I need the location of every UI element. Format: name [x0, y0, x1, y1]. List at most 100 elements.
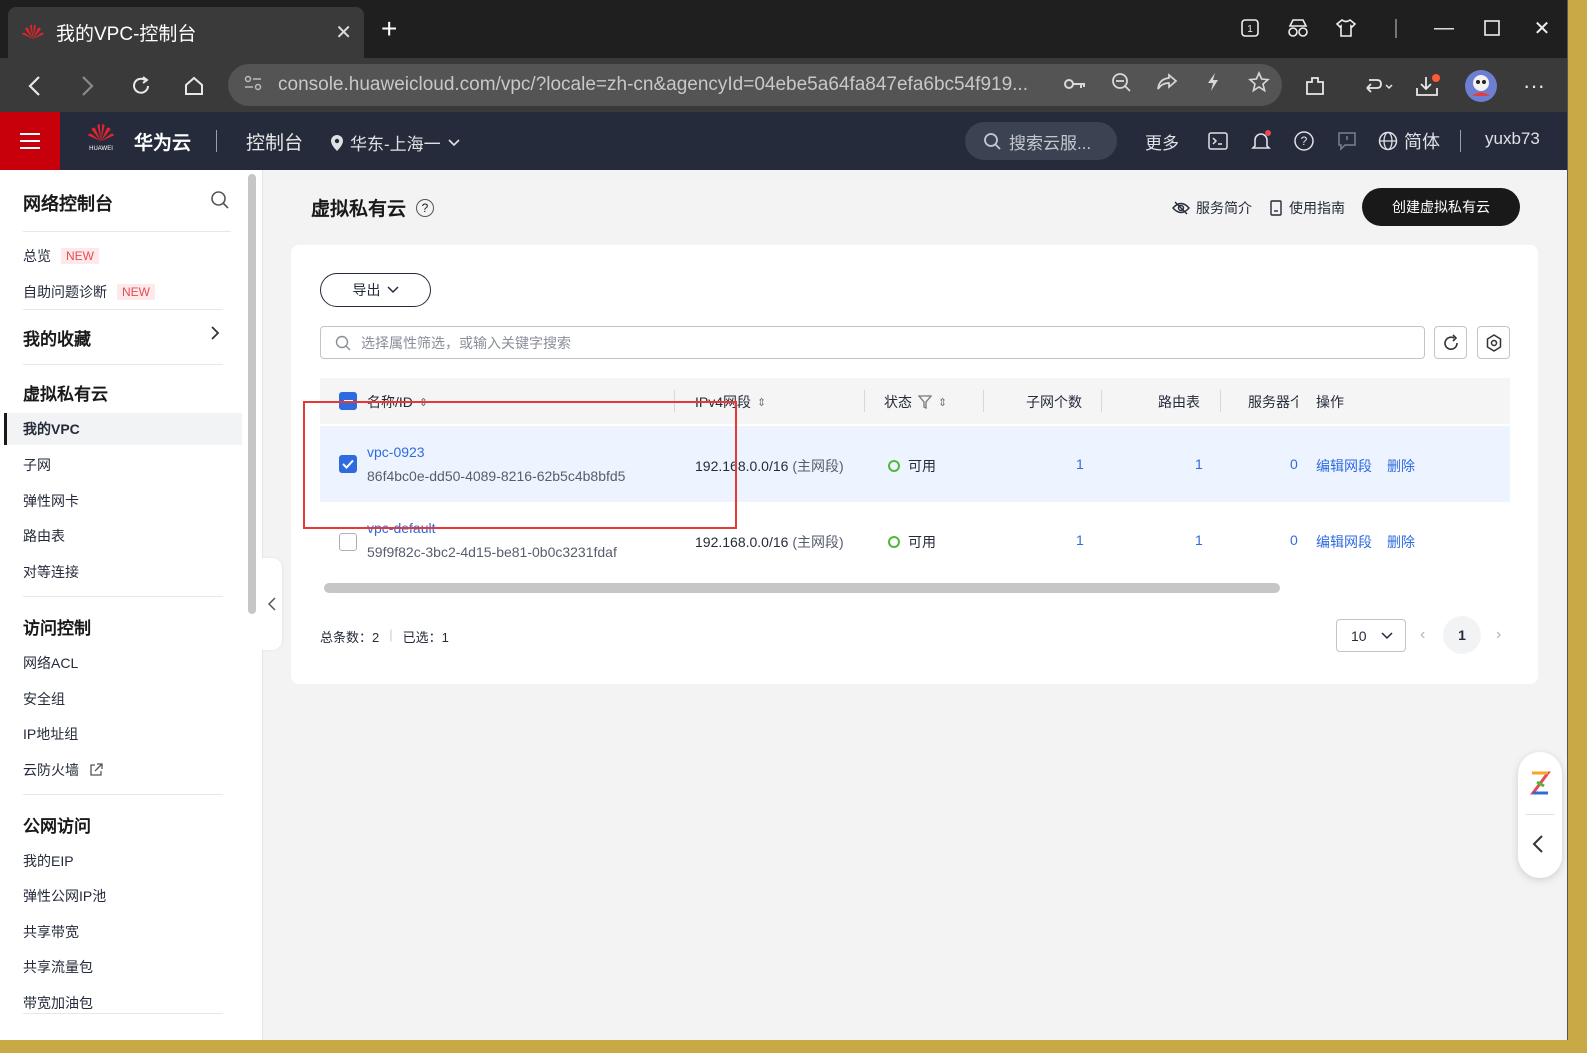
more-menu-icon[interactable]: ···: [1516, 68, 1552, 104]
tab-count-icon[interactable]: 1: [1230, 12, 1270, 44]
sidebar-divider: [23, 364, 223, 365]
undo-dropdown-icon[interactable]: [1356, 68, 1400, 104]
prev-page-icon[interactable]: ‹: [1420, 626, 1425, 644]
row-checkbox[interactable]: [339, 533, 357, 551]
delete-link[interactable]: 删除: [1387, 532, 1415, 552]
lightning-icon[interactable]: [1190, 72, 1236, 98]
url-text[interactable]: console.huaweicloud.com/vpc/?locale=zh-c…: [278, 74, 1052, 96]
table-row[interactable]: vpc-default 59f9f82c-3bc2-4d15-be81-0b0c…: [320, 502, 1510, 576]
sidebar-search-icon[interactable]: [210, 190, 230, 213]
edit-cidr-link[interactable]: 编辑网段: [1316, 456, 1372, 476]
bookmark-star-icon[interactable]: [1236, 70, 1282, 99]
export-button[interactable]: 导出: [320, 273, 431, 307]
sidebar-item-eip-pool[interactable]: 弹性公网IP池: [23, 886, 106, 906]
delete-link[interactable]: 删除: [1387, 456, 1415, 476]
sidebar-item-route-table[interactable]: 路由表: [23, 526, 65, 546]
filter-icon[interactable]: [918, 395, 932, 409]
terminal-icon[interactable]: [1205, 128, 1231, 154]
row-checkbox[interactable]: [339, 455, 357, 473]
sidebar-item-diagnose[interactable]: 自助问题诊断 NEW: [23, 282, 155, 302]
sidebar-item-cloud-firewall[interactable]: 云防火墙: [23, 760, 103, 780]
zoom-out-icon[interactable]: [1098, 72, 1144, 98]
home-icon[interactable]: [176, 68, 212, 104]
column-header-name[interactable]: 名称/ID ⇕: [367, 392, 428, 412]
floating-assistant-widget[interactable]: [1518, 752, 1562, 878]
route-table-count-link[interactable]: 1: [1195, 456, 1203, 472]
reload-icon[interactable]: [123, 68, 159, 104]
sidebar-item-network-acl[interactable]: 网络ACL: [23, 653, 78, 673]
address-bar[interactable]: console.huaweicloud.com/vpc/?locale=zh-c…: [228, 64, 1282, 106]
vpc-name-link[interactable]: vpc-default: [367, 520, 435, 536]
create-vpc-button[interactable]: 创建虚拟私有云: [1362, 188, 1520, 226]
feedback-icon[interactable]: [1334, 128, 1360, 154]
back-icon[interactable]: [16, 68, 52, 104]
table-horizontal-scrollbar[interactable]: [324, 583, 1280, 593]
service-intro-link[interactable]: 服务简介: [1172, 198, 1252, 218]
forward-icon[interactable]: [70, 68, 106, 104]
sidebar-collapse-button[interactable]: [262, 558, 282, 650]
console-link[interactable]: 控制台: [246, 128, 303, 155]
sidebar-item-eni[interactable]: 弹性网卡: [23, 491, 79, 511]
refresh-icon[interactable]: [1434, 326, 1467, 359]
avatar[interactable]: [1463, 68, 1499, 104]
chevron-left-icon[interactable]: [1532, 834, 1544, 860]
sort-icon[interactable]: ⇕: [757, 396, 766, 409]
help-icon[interactable]: ?: [1291, 128, 1317, 154]
shirt-icon[interactable]: [1326, 12, 1366, 44]
minimize-icon[interactable]: —: [1424, 12, 1464, 44]
sidebar-item-security-group[interactable]: 安全组: [23, 689, 65, 709]
huawei-logo[interactable]: HUAWEI: [84, 122, 118, 162]
key-icon[interactable]: [1052, 74, 1098, 97]
sidebar-favorites[interactable]: 我的收藏: [23, 325, 220, 350]
sidebar-item-overview[interactable]: 总览 NEW: [23, 246, 99, 266]
share-icon[interactable]: [1144, 73, 1190, 97]
column-header-status[interactable]: 状态 ⇕: [884, 392, 947, 412]
server-count-link[interactable]: 0: [1290, 532, 1298, 548]
tab-close-icon[interactable]: ✕: [335, 20, 352, 45]
user-account[interactable]: yuxb73: [1485, 129, 1540, 149]
sidebar-item-bandwidth-addon[interactable]: 带宽加油包: [23, 993, 93, 1013]
language-selector[interactable]: 简体: [1378, 128, 1440, 154]
more-menu[interactable]: 更多: [1145, 129, 1179, 154]
window-close-icon[interactable]: ✕: [1522, 12, 1562, 44]
edit-cidr-link[interactable]: 编辑网段: [1316, 532, 1372, 552]
sidebar-item-ip-group[interactable]: IP地址组: [23, 724, 78, 744]
settings-gear-icon[interactable]: [1477, 326, 1510, 359]
bell-icon[interactable]: [1248, 128, 1274, 154]
select-all-checkbox[interactable]: [339, 392, 357, 410]
sidebar-scrollbar[interactable]: [248, 174, 256, 614]
region-selector[interactable]: 华东-上海一: [330, 130, 461, 155]
sort-icon[interactable]: ⇕: [419, 396, 428, 409]
table-row[interactable]: vpc-0923 86f4bc0e-dd50-4089-8216-62b5c4b…: [320, 426, 1510, 502]
service-search-input[interactable]: 搜索云服...: [965, 122, 1117, 160]
extensions-icon[interactable]: [1297, 68, 1333, 104]
sort-icon[interactable]: ⇕: [938, 396, 947, 409]
brand-name[interactable]: 华为云: [134, 128, 191, 155]
page-size-select[interactable]: 10: [1336, 619, 1406, 652]
subnet-count-link[interactable]: 1: [1076, 532, 1084, 548]
route-table-count-link[interactable]: 1: [1195, 532, 1203, 548]
sidebar-item-subnet[interactable]: 子网: [23, 455, 51, 475]
download-icon[interactable]: [1410, 68, 1446, 104]
browser-tab[interactable]: 我的VPC-控制台 ✕: [8, 7, 364, 58]
sidebar-item-my-eip[interactable]: 我的EIP: [23, 851, 74, 871]
server-count-link[interactable]: 0: [1290, 456, 1298, 472]
sidebar-item-peering[interactable]: 对等连接: [23, 562, 79, 582]
maximize-icon[interactable]: [1472, 12, 1512, 44]
sidebar-item-shared-bandwidth[interactable]: 共享带宽: [23, 922, 79, 942]
assistant-logo-icon[interactable]: [1529, 770, 1551, 796]
next-page-icon[interactable]: ›: [1496, 626, 1501, 644]
site-settings-icon[interactable]: [244, 75, 266, 96]
user-guide-link[interactable]: 使用指南: [1269, 198, 1345, 218]
new-tab-icon[interactable]: +: [381, 14, 397, 44]
hamburger-menu-icon[interactable]: [0, 112, 60, 170]
sidebar-item-traffic-package[interactable]: 共享流量包: [23, 957, 93, 977]
filter-search-input[interactable]: 选择属性筛选，或输入关键字搜索: [320, 326, 1425, 359]
subnet-count-link[interactable]: 1: [1076, 456, 1084, 472]
sidebar-item-my-vpc[interactable]: 我的VPC: [4, 413, 242, 445]
vpc-name-link[interactable]: vpc-0923: [367, 444, 425, 460]
incognito-icon[interactable]: [1278, 12, 1318, 44]
column-header-ipv4[interactable]: IPv4网段 ⇕: [695, 392, 766, 412]
current-page[interactable]: 1: [1443, 616, 1481, 654]
help-circle-icon[interactable]: ?: [416, 198, 435, 217]
